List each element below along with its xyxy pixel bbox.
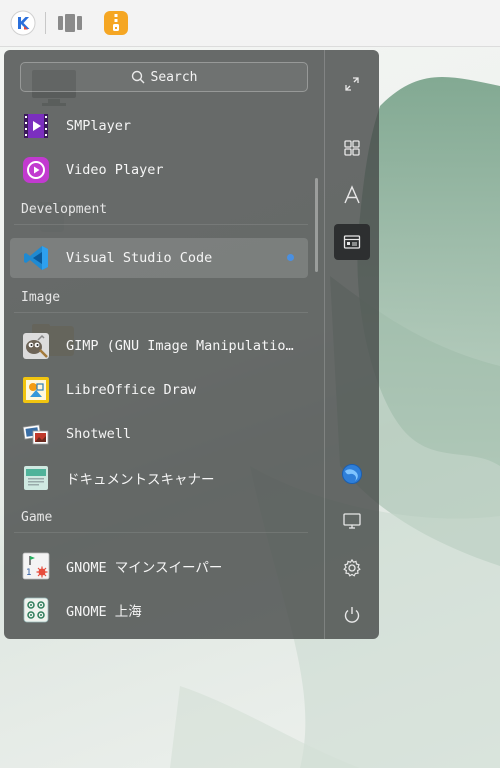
category-view-icon [343,235,361,249]
fullscreen-button[interactable] [334,66,370,102]
power-button[interactable] [334,597,370,633]
list-item-shotwell[interactable]: Shotwell [10,414,308,454]
list-item-label: GNOME 上海 [66,604,142,620]
letter-index-button[interactable] [334,177,370,213]
gnome-mines-icon: 1 [22,552,50,580]
start-menu-icon[interactable] [7,7,39,39]
video-player-icon [22,156,50,184]
category-image: Image [21,290,61,305]
category-divider [14,224,308,225]
browser-icon [342,464,362,484]
list-item-document-scanner[interactable]: ドキュメントスキャナー [10,458,308,498]
letter-index-icon [344,185,360,204]
app-launcher: Search SMPlayer Video Player Development… [4,50,379,639]
app-list-scrollbar[interactable] [315,178,318,272]
category-divider [14,312,308,313]
search-icon [131,70,145,84]
vscode-icon [22,244,50,272]
new-app-indicator [287,254,294,261]
power-icon [344,607,360,623]
display-button[interactable] [334,503,370,539]
app-list: SMPlayer Video Player Development Visual… [4,104,322,634]
list-item-label: GNOME マインスイーパー [66,560,223,576]
list-item-label: SMPlayer [66,118,132,134]
multitask-view-icon[interactable] [54,7,86,39]
settings-button[interactable] [334,550,370,586]
gimp-icon [22,332,50,360]
grid-view-button[interactable] [334,130,370,166]
list-item-label: LibreOffice Draw [66,382,197,398]
browser-button[interactable] [334,456,370,492]
grid-view-icon [344,140,360,156]
libreoffice-draw-icon [22,376,50,404]
svg-text:1: 1 [26,568,32,578]
list-item-label: Visual Studio Code [66,250,213,266]
list-item-libreoffice-draw[interactable]: LibreOffice Draw [10,370,308,410]
gnome-mahjongg-icon [22,596,50,624]
list-item-visual-studio-code[interactable]: Visual Studio Code [10,238,308,278]
category-game: Game [21,510,53,525]
taskbar-separator [45,12,46,34]
category-development: Development [21,202,108,217]
category-view-button[interactable] [334,224,370,260]
settings-icon [343,558,361,577]
display-icon [343,513,361,529]
list-item-gnome-mahjongg[interactable]: GNOME 上海 [10,590,308,630]
smplayer-icon [22,112,50,140]
document-scanner-icon [22,464,50,492]
fullscreen-icon [345,77,359,91]
list-item-label: Video Player [66,162,164,178]
search-input[interactable]: Search [20,62,308,92]
list-item-video-player[interactable]: Video Player [10,150,308,190]
sidebar-divider [324,50,325,639]
taskbar [0,0,500,47]
search-placeholder: Search [150,69,198,85]
list-item-label: Shotwell [66,426,132,442]
list-item-label: GIMP (GNU Image Manipulation … [66,338,298,354]
archive-manager-icon[interactable] [100,7,132,39]
list-item-label: ドキュメントスキャナー [66,472,215,488]
list-item-gimp[interactable]: GIMP (GNU Image Manipulation … [10,326,308,366]
category-divider [14,532,308,533]
list-item-smplayer[interactable]: SMPlayer [10,106,308,146]
shotwell-icon [22,420,50,448]
list-item-gnome-mines[interactable]: 1 GNOME マインスイーパー [10,546,308,586]
